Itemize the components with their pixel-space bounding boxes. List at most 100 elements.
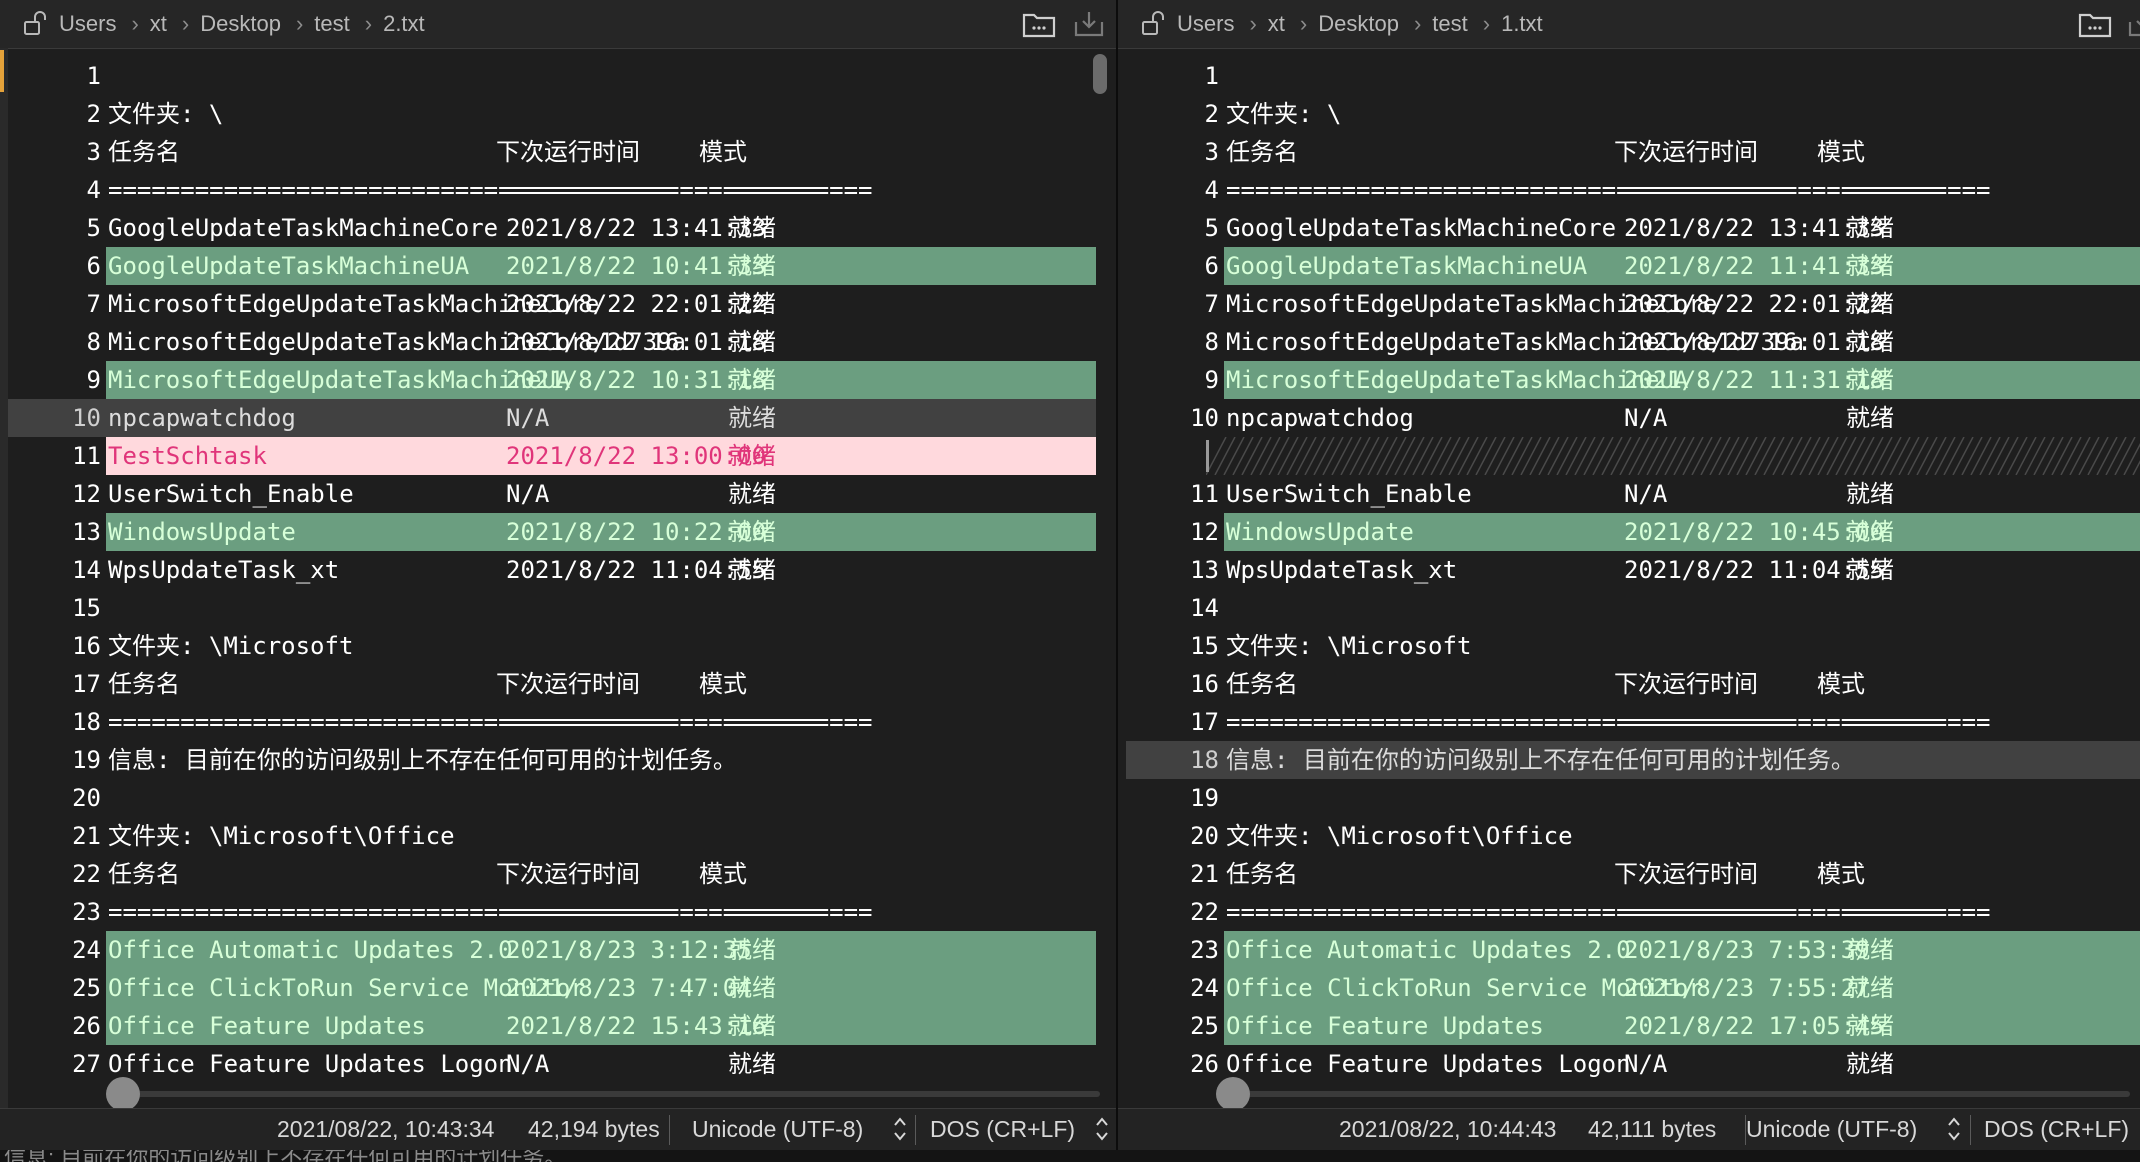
code-line[interactable]: 26 Office Feature Updates Logon N/A 就绪 [1126,1045,2140,1083]
download-icon[interactable] [2126,10,2140,38]
encoding-stepper-icon[interactable] [892,1113,908,1145]
code-line[interactable]: 9 MicrosoftEdgeUpdateTaskMachineUA 2021/8/… [8,361,1096,399]
breadcrumb-item[interactable]: Desktop [1315,11,1402,37]
code-line[interactable]: 4 =======================================… [1126,171,2140,209]
breadcrumb-file[interactable]: 2.txt [380,11,428,37]
horizontal-scroll-thumb[interactable] [106,1077,140,1111]
open-folder-icon[interactable] [1022,10,1056,38]
code-line[interactable]: 6 GoogleUpdateTaskMachineUA 2021/8/22 11:4… [1126,247,2140,285]
unlock-icon[interactable] [1138,9,1168,39]
code-line[interactable]: 19 信息: 目前在你的访问级别上不存在任何可用的计划任务。 [8,741,1096,779]
open-folder-icon[interactable] [2078,10,2112,38]
breadcrumb-item[interactable]: Users [56,11,119,37]
code-line[interactable]: 9 MicrosoftEdgeUpdateTaskMachineUA 2021/8/… [1126,361,2140,399]
breadcrumb-item[interactable]: test [311,11,352,37]
code-line[interactable]: 19 [1126,779,2140,817]
code-line[interactable]: 23 Office Automatic Updates 2.0 2021/8/23 … [1126,931,2140,969]
code-line[interactable]: 22 ======================================… [1126,893,2140,931]
task-name-cell: Office Feature Updates [1226,1012,1544,1040]
vertical-scrollbar[interactable] [1093,54,1107,94]
mode-cell: 就绪 [1846,328,1894,356]
code-line[interactable]: 25 Office ClickToRun Service Monitor 2021/… [8,969,1096,1007]
breadcrumb-file[interactable]: 1.txt [1498,11,1546,37]
code-line[interactable]: 4 =======================================… [8,171,1096,209]
right-file-pane[interactable]: Users › xt › Desktop › test › 1.txt 1 2 文件… [1118,0,2140,1150]
code-line[interactable]: 22 任务名 下次运行时间 模式 [8,855,1096,893]
code-line[interactable]: 16 文件夹: \Microsoft [8,627,1096,665]
horizontal-scrollbar[interactable] [110,1091,1100,1097]
code-line[interactable]: 5 GoogleUpdateTaskMachineCore 2021/8/22 13… [1126,209,2140,247]
horizontal-scrollbar[interactable] [1230,1091,2130,1097]
task-name-cell: 任务名 [108,670,180,698]
code-line[interactable]: 3 任务名 下次运行时间 模式 [8,133,1096,171]
breadcrumb-item[interactable]: Users [1174,11,1237,37]
code-line[interactable]: 10 npcapwatchdog N/A 就绪 [1126,399,2140,437]
code-line[interactable]: 13 WindowsUpdate 2021/8/22 10:22:00 就绪 [8,513,1096,551]
code-line[interactable]: 17 任务名 下次运行时间 模式 [8,665,1096,703]
code-line[interactable]: 10 npcapwatchdog N/A 就绪 [8,399,1096,437]
code-line[interactable]: 7 MicrosoftEdgeUpdateTaskMachineCore 2021/… [1126,285,2140,323]
code-line[interactable]: 18 信息: 目前在你的访问级别上不存在任何可用的计划任务。 [1126,741,2140,779]
left-file-pane[interactable]: Users › xt › Desktop › test › 2.txt 1 2 文件… [0,0,1116,1150]
code-line[interactable]: 20 [8,779,1096,817]
code-line[interactable]: 5 GoogleUpdateTaskMachineCore 2021/8/22 13… [8,209,1096,247]
code-line[interactable]: 8 MicrosoftEdgeUpdateTaskMachineCore1d739… [8,323,1096,361]
breadcrumb-item[interactable]: xt [1265,11,1288,37]
code-line[interactable]: 25 Office Feature Updates 2021/8/22 17:05:… [1126,1007,2140,1045]
line-ending-select[interactable]: DOS (CR+LF) [1984,1116,2129,1143]
mode-cell: 就绪 [728,974,776,1002]
code-line[interactable]: 11 TestSchtask 2021/8/22 13:00:00 就绪 [8,437,1096,475]
code-line[interactable]: 27 Office Feature Updates Logon N/A 就绪 [8,1045,1096,1083]
line-number: 10 [72,404,101,432]
code-line[interactable]: 3 任务名 下次运行时间 模式 [1126,133,2140,171]
line-number: 7 [1204,290,1219,318]
code-line[interactable]: 24 Office Automatic Updates 2.0 2021/8/23 … [8,931,1096,969]
task-name-cell: 任务名 [1226,138,1298,166]
code-line[interactable]: 14 [1126,589,2140,627]
code-line[interactable]: 8 MicrosoftEdgeUpdateTaskMachineCore1d739… [1126,323,2140,361]
breadcrumb-item[interactable]: xt [147,11,170,37]
encoding-select[interactable]: Unicode (UTF-8) [1746,1116,1917,1143]
encoding-stepper-icon[interactable] [1946,1113,1962,1145]
code-line[interactable]: 1 [8,57,1096,95]
code-line[interactable]: 21 文件夹: \Microsoft\Office [8,817,1096,855]
line-ending-select[interactable]: DOS (CR+LF) [930,1116,1075,1143]
unlock-icon[interactable] [20,9,50,39]
diff-gap-line[interactable] [1126,437,2140,475]
task-name-cell: TestSchtask [108,442,267,470]
code-line[interactable]: 6 GoogleUpdateTaskMachineUA 2021/8/22 10:4… [8,247,1096,285]
code-line[interactable]: 16 任务名 下次运行时间 模式 [1126,665,2140,703]
code-line[interactable]: 21 任务名 下次运行时间 模式 [1126,855,2140,893]
code-line[interactable]: 14 WpsUpdateTask_xt 2021/8/22 11:04:55 就绪 [8,551,1096,589]
next-run-time-cell: 下次运行时间 [1614,860,1758,888]
code-line[interactable]: 23 ======================================… [8,893,1096,931]
horizontal-scroll-thumb[interactable] [1216,1077,1250,1111]
code-line[interactable]: 24 Office ClickToRun Service Monitor 2021/… [1126,969,2140,1007]
line-number: 11 [1190,480,1219,508]
line-ending-stepper-icon[interactable] [1094,1113,1110,1145]
line-number: 21 [72,822,101,850]
code-line[interactable]: 2 文件夹: \ [8,95,1096,133]
mode-cell: 模式 [1817,138,1865,166]
code-line[interactable]: 18 ======================================… [8,703,1096,741]
line-number: 15 [1190,632,1219,660]
line-number: 23 [72,898,101,926]
code-line[interactable]: 7 MicrosoftEdgeUpdateTaskMachineCore 2021/… [8,285,1096,323]
code-line[interactable]: 2 文件夹: \ [1126,95,2140,133]
code-line[interactable]: 11 UserSwitch_Enable N/A 就绪 [1126,475,2140,513]
code-line[interactable]: 15 [8,589,1096,627]
breadcrumb-item[interactable]: test [1429,11,1470,37]
breadcrumb-item[interactable]: Desktop [197,11,284,37]
code-line[interactable]: 13 WpsUpdateTask_xt 2021/8/22 11:04:55 就绪 [1126,551,2140,589]
code-line[interactable]: 15 文件夹: \Microsoft [1126,627,2140,665]
code-line[interactable]: 20 文件夹: \Microsoft\Office [1126,817,2140,855]
encoding-select[interactable]: Unicode (UTF-8) [692,1116,863,1143]
code-line[interactable]: 12 WindowsUpdate 2021/8/22 10:45:00 就绪 [1126,513,2140,551]
code-line[interactable]: 1 [1126,57,2140,95]
download-icon[interactable] [1072,10,1106,38]
code-line[interactable]: 26 Office Feature Updates 2021/8/22 15:43:… [8,1007,1096,1045]
line-number: 23 [1190,936,1219,964]
code-line[interactable]: 17 ======================================… [1126,703,2140,741]
line-number: 15 [72,594,101,622]
code-line[interactable]: 12 UserSwitch_Enable N/A 就绪 [8,475,1096,513]
